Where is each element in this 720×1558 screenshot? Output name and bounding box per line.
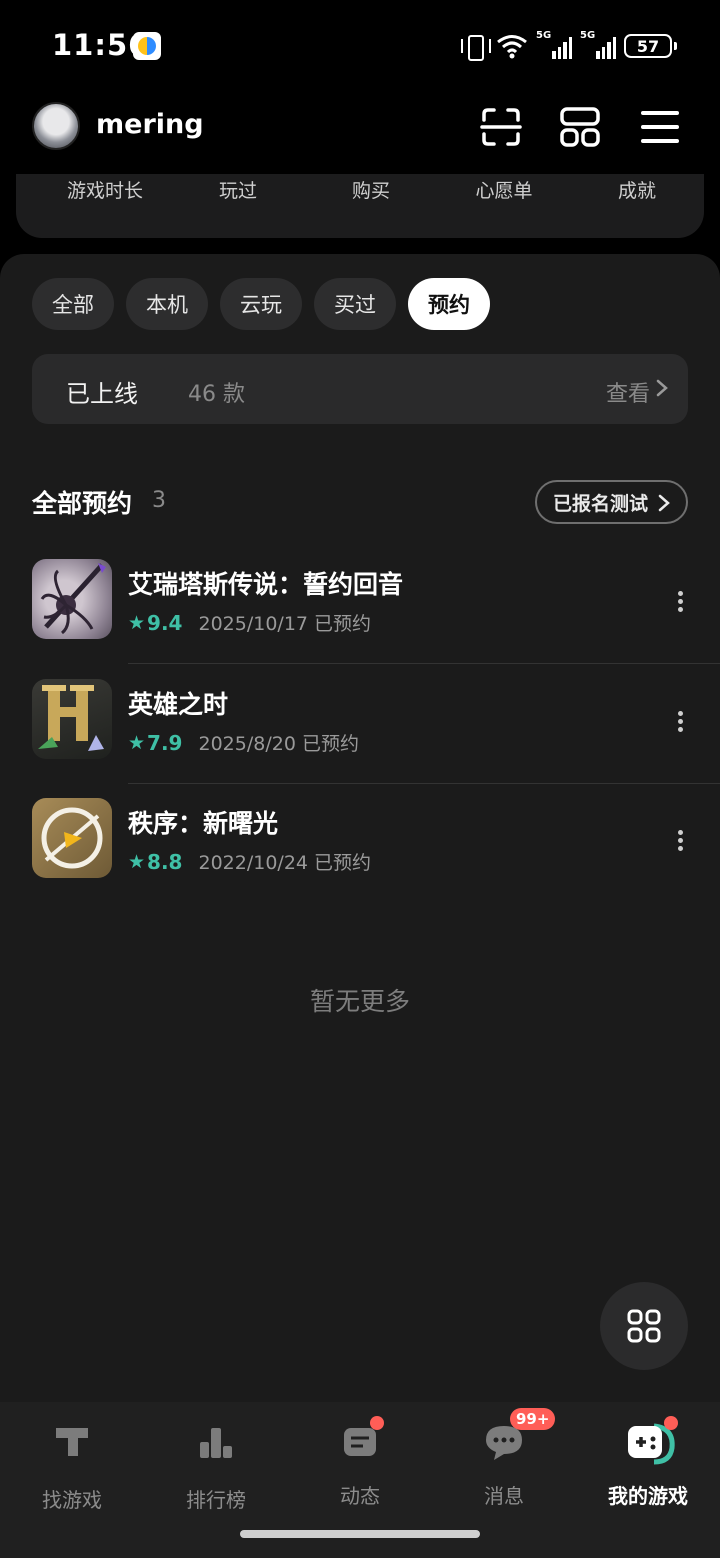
games-panel: 全部 本机 云玩 买过 预约 已上线 46 款 查看 全部预约 3 已报名测试 … — [0, 254, 720, 1404]
chip-bought[interactable]: 买过 — [314, 278, 396, 330]
find-games-icon — [56, 1428, 88, 1456]
nav-label: 动态 — [340, 1484, 380, 1508]
view-link[interactable]: 查看 — [606, 376, 650, 408]
game-name: 英雄之时 — [128, 690, 229, 719]
ranking-icon — [200, 1428, 232, 1458]
stat-achievements[interactable]: 成就 — [618, 176, 656, 203]
game-name: 艾瑞塔斯传说：誓约回音 — [128, 570, 404, 599]
battery-icon: 57 — [624, 34, 677, 58]
notification-dot — [664, 1416, 678, 1430]
stat-wishlist[interactable]: 心愿单 — [475, 176, 532, 203]
apps-grid-button[interactable] — [600, 1282, 688, 1370]
chip-all[interactable]: 全部 — [32, 278, 114, 330]
more-options-icon[interactable] — [678, 591, 686, 615]
stat-purchased[interactable]: 购买 — [352, 176, 390, 203]
message-badge: 99+ — [510, 1408, 556, 1430]
registered-tests-label: 已报名测试 — [552, 492, 648, 515]
status-bar: 11:56 5G 5G 57 — [0, 0, 720, 92]
network-type-2: 5G — [580, 30, 596, 41]
nav-find-games[interactable]: 找游戏 — [0, 1418, 144, 1513]
released-title: 已上线 — [66, 380, 138, 408]
game-icon-order-dawn[interactable] — [32, 798, 112, 878]
no-more-text: 暂无更多 — [309, 987, 410, 1016]
chip-local[interactable]: 本机 — [126, 278, 208, 330]
game-meta: ★ 9.4 2025/10/17 已预约 — [128, 609, 371, 636]
apps-grid-icon — [627, 1309, 661, 1343]
home-indicator[interactable] — [240, 1530, 480, 1538]
section-count: 3 — [152, 488, 166, 513]
stats-card: 游戏时长 玩过 购买 心愿单 成就 — [16, 174, 704, 238]
chevron-right-icon — [658, 494, 670, 512]
divider — [128, 663, 720, 664]
game-name: 秩序：新曙光 — [128, 809, 279, 838]
stat-played[interactable]: 玩过 — [219, 176, 257, 203]
notification-app-icon — [133, 32, 161, 60]
released-count: 46 款 — [188, 382, 245, 407]
released-games-bar[interactable]: 已上线 46 款 查看 — [32, 354, 688, 424]
grid-icon[interactable] — [559, 106, 601, 148]
reservation-date: 2022/10/24 已预约 — [198, 852, 372, 874]
star-icon: ★ — [128, 731, 146, 754]
more-options-icon[interactable] — [678, 711, 686, 735]
nav-my-games[interactable]: 我的游戏 — [576, 1416, 720, 1509]
scan-icon[interactable] — [480, 106, 522, 148]
nav-ranking[interactable]: 排行榜 — [144, 1418, 288, 1513]
game-rating: 8.8 — [147, 849, 183, 874]
game-meta: ★ 7.9 2025/8/20 已预约 — [128, 729, 359, 756]
network-type-1: 5G — [536, 30, 552, 41]
avatar[interactable] — [32, 102, 80, 150]
game-icon-hero-hour[interactable] — [32, 679, 112, 759]
nav-messages[interactable]: 99+ 消息 — [432, 1408, 576, 1509]
chip-cloud[interactable]: 云玩 — [220, 278, 302, 330]
game-row[interactable]: 英雄之时 ★ 7.9 2025/8/20 已预约 — [0, 679, 720, 799]
notification-dot — [370, 1416, 384, 1430]
more-options-icon[interactable] — [678, 830, 686, 854]
star-icon: ★ — [128, 850, 146, 873]
status-indicators: 5G 5G 57 — [460, 30, 677, 62]
chevron-right-icon — [656, 379, 668, 397]
game-row[interactable]: 秩序：新曙光 ★ 8.8 2022/10/24 已预约 — [0, 798, 720, 918]
signal-icon-1: 5G — [536, 30, 572, 59]
filter-chips: 全部 本机 云玩 买过 预约 — [32, 278, 490, 330]
username[interactable]: mering — [96, 109, 204, 140]
game-icon-aretas[interactable] — [32, 559, 112, 639]
nav-label: 排行榜 — [186, 1488, 246, 1512]
profile-header: mering — [0, 92, 720, 174]
nav-label: 消息 — [484, 1484, 524, 1508]
chip-reserved[interactable]: 预约 — [408, 278, 490, 330]
registered-tests-button[interactable]: 已报名测试 — [534, 480, 688, 524]
reservation-date: 2025/8/20 已预约 — [198, 733, 359, 755]
signal-icon-2: 5G — [580, 30, 616, 59]
wifi-icon — [497, 35, 527, 59]
star-icon: ★ — [128, 611, 146, 634]
menu-icon[interactable] — [639, 106, 681, 148]
nav-label: 找游戏 — [42, 1488, 102, 1512]
stat-play-time[interactable]: 游戏时长 — [67, 176, 143, 203]
section-title: 全部预约 — [32, 489, 133, 518]
game-rating: 7.9 — [147, 730, 183, 755]
reservation-date: 2025/10/17 已预约 — [198, 613, 372, 635]
divider — [128, 783, 720, 784]
nav-label: 我的游戏 — [608, 1484, 688, 1508]
game-meta: ★ 8.8 2022/10/24 已预约 — [128, 848, 371, 875]
vibrate-icon — [460, 33, 491, 61]
game-rating: 9.4 — [147, 610, 183, 635]
game-row[interactable]: 艾瑞塔斯传说：誓约回音 ★ 9.4 2025/10/17 已预约 — [0, 559, 720, 679]
nav-feed[interactable]: 动态 — [288, 1416, 432, 1509]
